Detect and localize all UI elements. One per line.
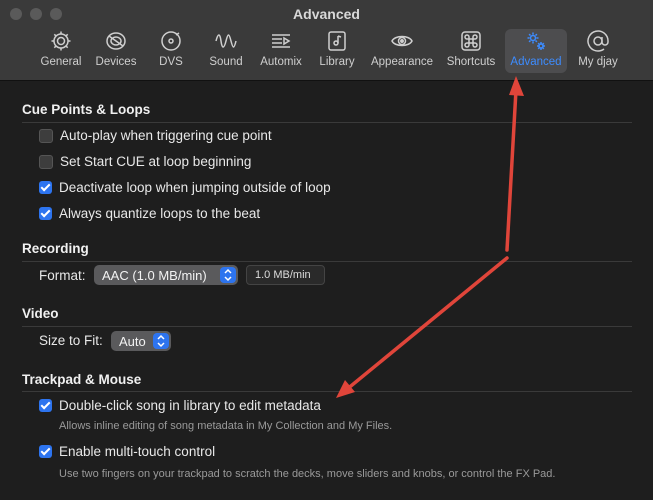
double-click-edit-option[interactable]: Double-click song in library to edit met… <box>39 398 321 413</box>
tab-dvs[interactable]: DVS <box>150 29 192 73</box>
command-key-icon <box>461 31 481 51</box>
deactivate-loop-checkbox[interactable] <box>39 181 52 194</box>
library-icon <box>328 31 346 51</box>
recording-section-title: Recording <box>22 241 89 256</box>
multi-touch-option[interactable]: Enable multi-touch control <box>39 444 215 459</box>
autoplay-cue-checkbox[interactable] <box>39 128 53 143</box>
start-cue-option[interactable]: Set Start CUE at loop beginning <box>39 154 251 169</box>
eye-icon <box>391 35 413 47</box>
quantize-loops-checkbox[interactable] <box>39 207 52 220</box>
multi-touch-help: Use two fingers on your trackpad to scra… <box>59 468 556 480</box>
double-click-edit-help: Allows inline editing of song metadata i… <box>59 420 393 432</box>
size-to-fit-popup[interactable]: Auto <box>111 331 171 351</box>
cue-divider <box>22 122 632 123</box>
cue-section-title: Cue Points & Loops <box>22 102 151 117</box>
tab-advanced[interactable]: Advanced <box>505 29 567 73</box>
trackpad-section-title: Trackpad & Mouse <box>22 372 142 387</box>
window-title: Advanced <box>293 6 360 22</box>
video-section-title: Video <box>22 306 59 321</box>
autoplay-cue-option[interactable]: Auto-play when triggering cue point <box>39 128 272 143</box>
automix-icon <box>272 34 291 48</box>
waveform-icon <box>215 34 237 48</box>
format-label: Format: <box>39 268 86 283</box>
double-click-edit-checkbox[interactable] <box>39 399 52 412</box>
trackpad-divider <box>22 391 632 392</box>
gear-icon <box>51 31 71 51</box>
bitrate-field: 1.0 MB/min <box>246 265 325 285</box>
recording-divider <box>22 261 632 262</box>
annotation-arrow-to-metadata <box>344 256 509 392</box>
devices-icon <box>106 32 126 50</box>
size-to-fit-label: Size to Fit: <box>39 333 103 348</box>
gears-icon <box>527 32 545 50</box>
tab-library[interactable]: Library <box>316 29 358 73</box>
at-sign-icon <box>587 30 609 52</box>
quantize-loops-option[interactable]: Always quantize loops to the beat <box>39 206 260 221</box>
tab-shortcuts[interactable]: Shortcuts <box>444 29 498 73</box>
turntable-icon <box>161 31 181 51</box>
tab-devices[interactable]: Devices <box>91 29 141 73</box>
start-cue-checkbox[interactable] <box>39 154 53 169</box>
multi-touch-checkbox[interactable] <box>39 445 52 458</box>
toolbar: Advanced General Devices DVS Sound Autom… <box>0 0 653 81</box>
arrowhead-metadata <box>336 380 355 398</box>
up-down-chevron-icon <box>157 334 165 348</box>
video-divider <box>22 326 632 327</box>
format-popup-stepper <box>220 267 236 283</box>
deactivate-loop-option[interactable]: Deactivate loop when jumping outside of … <box>39 180 331 195</box>
tab-my-djay[interactable]: My djay <box>574 29 622 73</box>
tab-general[interactable]: General <box>36 29 86 73</box>
size-to-fit-stepper <box>153 333 169 349</box>
tab-sound[interactable]: Sound <box>204 29 248 73</box>
preferences-window: Advanced General Devices DVS Sound Autom… <box>0 0 653 500</box>
format-popup[interactable]: AAC (1.0 MB/min) <box>94 265 238 285</box>
tab-automix[interactable]: Automix <box>257 29 305 73</box>
up-down-chevron-icon <box>224 268 232 282</box>
tab-appearance[interactable]: Appearance <box>370 29 434 73</box>
annotation-arrow-to-advanced <box>505 88 518 252</box>
